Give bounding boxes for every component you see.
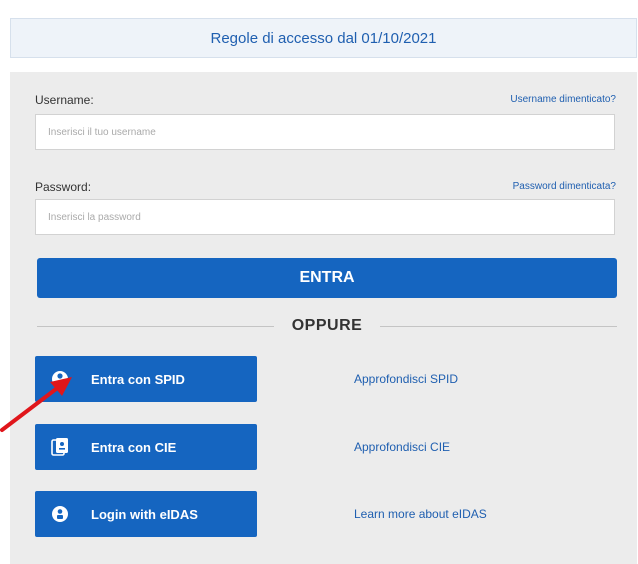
username-label: Username: xyxy=(35,93,94,107)
password-forgot-link[interactable]: Password dimenticata? xyxy=(513,181,616,192)
eidas-login-label: Login with eIDAS xyxy=(91,506,198,522)
eidas-login-button[interactable]: Login with eIDAS xyxy=(35,491,257,537)
cie-info-link[interactable]: Approfondisci CIE xyxy=(354,440,450,454)
eidas-info-link[interactable]: Learn more about eIDAS xyxy=(354,507,487,521)
divider-line-right xyxy=(380,325,618,327)
cie-login-button[interactable]: Entra con CIE xyxy=(35,424,257,470)
spid-icon xyxy=(51,370,69,388)
or-divider-text: OPPURE xyxy=(291,317,363,334)
spid-login-label: Entra con SPID xyxy=(91,371,185,387)
username-forgot-link[interactable]: Username dimenticato? xyxy=(510,94,616,105)
login-panel: Username: Username dimenticato? Password… xyxy=(10,72,637,564)
password-input[interactable] xyxy=(35,199,615,235)
spid-info-link[interactable]: Approfondisci SPID xyxy=(354,372,458,386)
divider-line-left xyxy=(37,325,274,327)
spid-login-button[interactable]: Entra con SPID xyxy=(35,356,257,402)
access-rules-banner[interactable]: Regole di accesso dal 01/10/2021 xyxy=(10,18,637,58)
cie-login-label: Entra con CIE xyxy=(91,439,177,455)
cie-icon xyxy=(51,438,69,456)
password-label: Password: xyxy=(35,180,92,194)
eidas-icon xyxy=(51,505,69,523)
or-divider: OPPURE xyxy=(37,316,618,336)
username-input[interactable] xyxy=(35,114,615,150)
login-submit-button[interactable]: ENTRA xyxy=(37,258,617,298)
